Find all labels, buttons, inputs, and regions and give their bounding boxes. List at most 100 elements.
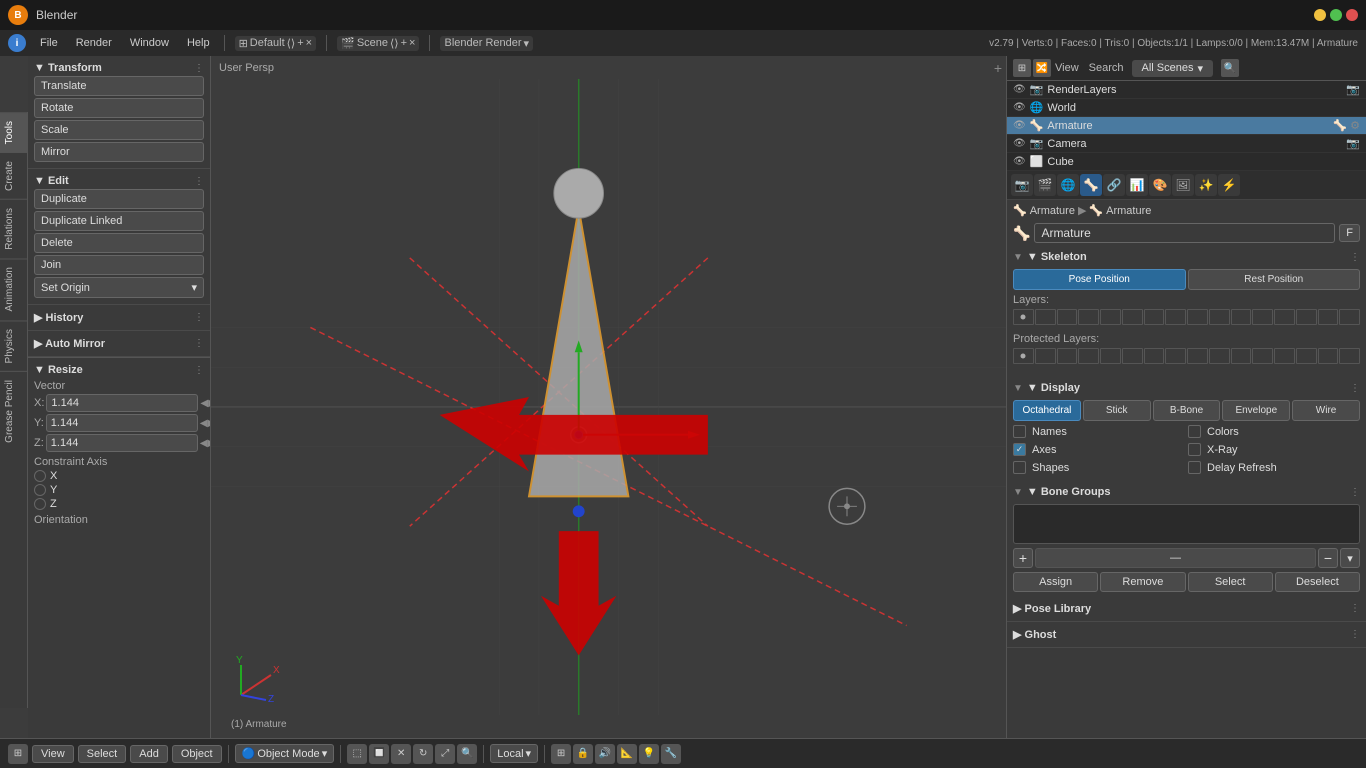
y-arrow[interactable]: ◀▶	[200, 418, 210, 429]
layout-selector[interactable]: ⊞ Default ⟨⟩ + ×	[235, 36, 317, 51]
tree-item-cube[interactable]: 👁 ⬜ Cube	[1007, 153, 1366, 171]
layer-3[interactable]	[1057, 309, 1078, 325]
pose-position-button[interactable]: Pose Position	[1013, 269, 1186, 290]
axes-checkbox[interactable]: ✓	[1013, 443, 1026, 456]
maximize-button[interactable]	[1330, 9, 1342, 21]
prop-texture-icon[interactable]: 🖼	[1172, 174, 1194, 196]
display-wire[interactable]: Wire	[1292, 400, 1360, 421]
layer-11[interactable]	[1231, 309, 1252, 325]
renderlayers-visibility[interactable]: 👁	[1013, 84, 1026, 95]
display-options-icon[interactable]: ⋮	[1350, 383, 1360, 394]
prot-layer-13[interactable]	[1274, 348, 1295, 364]
viewport-icon-5[interactable]: ⤢	[435, 744, 455, 764]
viewport[interactable]: User Persp +	[211, 56, 1006, 738]
transform-panel-header[interactable]: ▼ Transform ⋮	[34, 60, 204, 76]
layer-10[interactable]	[1209, 309, 1230, 325]
menu-help[interactable]: Help	[179, 35, 218, 51]
prop-render-icon[interactable]: 📷	[1011, 174, 1033, 196]
viewport-icon-6[interactable]: 🔍	[457, 744, 477, 764]
duplicate-button[interactable]: Duplicate	[34, 189, 204, 209]
layer-1[interactable]	[1013, 309, 1034, 325]
object-button[interactable]: Object	[172, 745, 222, 763]
history-panel-header[interactable]: ▶ History ⋮	[34, 309, 204, 326]
prot-layer-9[interactable]	[1187, 348, 1208, 364]
layout-close[interactable]: ×	[306, 37, 312, 49]
tree-item-armature[interactable]: 👁 🦴 Armature 🦴 ⚙	[1007, 117, 1366, 135]
tab-tools[interactable]: Tools	[0, 112, 27, 152]
prot-layer-7[interactable]	[1144, 348, 1165, 364]
rp-icon-1[interactable]: ⊞	[1013, 59, 1031, 77]
select-button[interactable]: Select	[1188, 572, 1273, 592]
view-button[interactable]: View	[32, 745, 74, 763]
layer-7[interactable]	[1144, 309, 1165, 325]
armature-visibility[interactable]: 👁	[1013, 120, 1026, 131]
skeleton-options-icon[interactable]: ⋮	[1350, 252, 1360, 263]
add-button[interactable]: Add	[130, 745, 168, 763]
shapes-checkbox[interactable]	[1013, 461, 1026, 474]
info-icon[interactable]: i	[8, 34, 26, 52]
deselect-button[interactable]: Deselect	[1275, 572, 1360, 592]
prot-layer-2[interactable]	[1035, 348, 1056, 364]
rp-icon-2[interactable]: 🔀	[1033, 59, 1051, 77]
scene-search-icon[interactable]: 🔍	[1221, 59, 1239, 77]
translate-button[interactable]: Translate	[34, 76, 204, 96]
prot-layer-6[interactable]	[1122, 348, 1143, 364]
close-button[interactable]	[1346, 9, 1358, 21]
tree-item-renderlayers[interactable]: 👁 📷 RenderLayers 📷	[1007, 81, 1366, 99]
duplicate-linked-button[interactable]: Duplicate Linked	[34, 211, 204, 231]
assign-button[interactable]: Assign	[1013, 572, 1098, 592]
camera-action-icon[interactable]: 📷	[1346, 137, 1360, 150]
viewport-icon-4[interactable]: ↻	[413, 744, 433, 764]
tab-grease-pencil[interactable]: Grease Pencil	[0, 371, 27, 451]
prop-physics-icon[interactable]: ⚡	[1218, 174, 1240, 196]
select-bottom-button[interactable]: Select	[78, 745, 127, 763]
prot-layer-4[interactable]	[1078, 348, 1099, 364]
layer-6[interactable]	[1122, 309, 1143, 325]
tree-item-world[interactable]: 👁 🌐 World	[1007, 99, 1366, 117]
prot-layer-14[interactable]	[1296, 348, 1317, 364]
viewport-icon-3[interactable]: ✕	[391, 744, 411, 764]
world-visibility[interactable]: 👁	[1013, 102, 1026, 113]
display-envelope[interactable]: Envelope	[1222, 400, 1290, 421]
bone-group-down-button[interactable]: ▾	[1340, 548, 1360, 568]
display-stick[interactable]: Stick	[1083, 400, 1151, 421]
prot-layer-11[interactable]	[1231, 348, 1252, 364]
layer-8[interactable]	[1165, 309, 1186, 325]
y-axis-dot[interactable]	[34, 484, 46, 496]
viewport-mode-icon[interactable]: ⊞	[8, 744, 28, 764]
y-field[interactable]	[46, 414, 198, 432]
prot-layer-8[interactable]	[1165, 348, 1186, 364]
bone-groups-header[interactable]: ▼ ▼ Bone Groups ⋮	[1013, 484, 1360, 500]
z-axis-dot[interactable]	[34, 498, 46, 510]
minimize-button[interactable]	[1314, 9, 1326, 21]
tab-physics[interactable]: Physics	[0, 320, 27, 371]
armature-action-icon[interactable]: 🦴	[1333, 119, 1347, 132]
armature-name-input[interactable]	[1034, 223, 1335, 243]
join-button[interactable]: Join	[34, 255, 204, 275]
armature-f-button[interactable]: F	[1339, 224, 1360, 242]
x-arrow[interactable]: ◀▶	[200, 398, 210, 409]
prop-particles-icon[interactable]: ✨	[1195, 174, 1217, 196]
camera-visibility[interactable]: 👁	[1013, 138, 1026, 149]
prop-material-icon[interactable]: 🎨	[1149, 174, 1171, 196]
skeleton-header[interactable]: ▼ ▼ Skeleton ⋮	[1013, 249, 1360, 265]
mirror-button[interactable]: Mirror	[34, 142, 204, 162]
prot-layer-15[interactable]	[1318, 348, 1339, 364]
layout-add[interactable]: +	[297, 37, 303, 49]
renderlayers-render-icon[interactable]: 📷	[1346, 83, 1360, 96]
layer-9[interactable]	[1187, 309, 1208, 325]
layer-2[interactable]	[1035, 309, 1056, 325]
x-field[interactable]	[46, 394, 198, 412]
delete-button[interactable]: Delete	[34, 233, 204, 253]
menu-render[interactable]: Render	[68, 35, 120, 51]
xray-checkbox[interactable]	[1188, 443, 1201, 456]
rotate-button[interactable]: Rotate	[34, 98, 204, 118]
pose-library-header[interactable]: ▶ Pose Library ⋮	[1013, 600, 1360, 617]
bone-group-add-button[interactable]: +	[1013, 548, 1033, 568]
prot-layer-16[interactable]	[1339, 348, 1360, 364]
delay-refresh-checkbox[interactable]	[1188, 461, 1201, 474]
remove-button[interactable]: Remove	[1100, 572, 1185, 592]
display-octahedral[interactable]: Octahedral	[1013, 400, 1081, 421]
extra-icon-2[interactable]: 🔒	[573, 744, 593, 764]
x-axis-dot[interactable]	[34, 470, 46, 482]
